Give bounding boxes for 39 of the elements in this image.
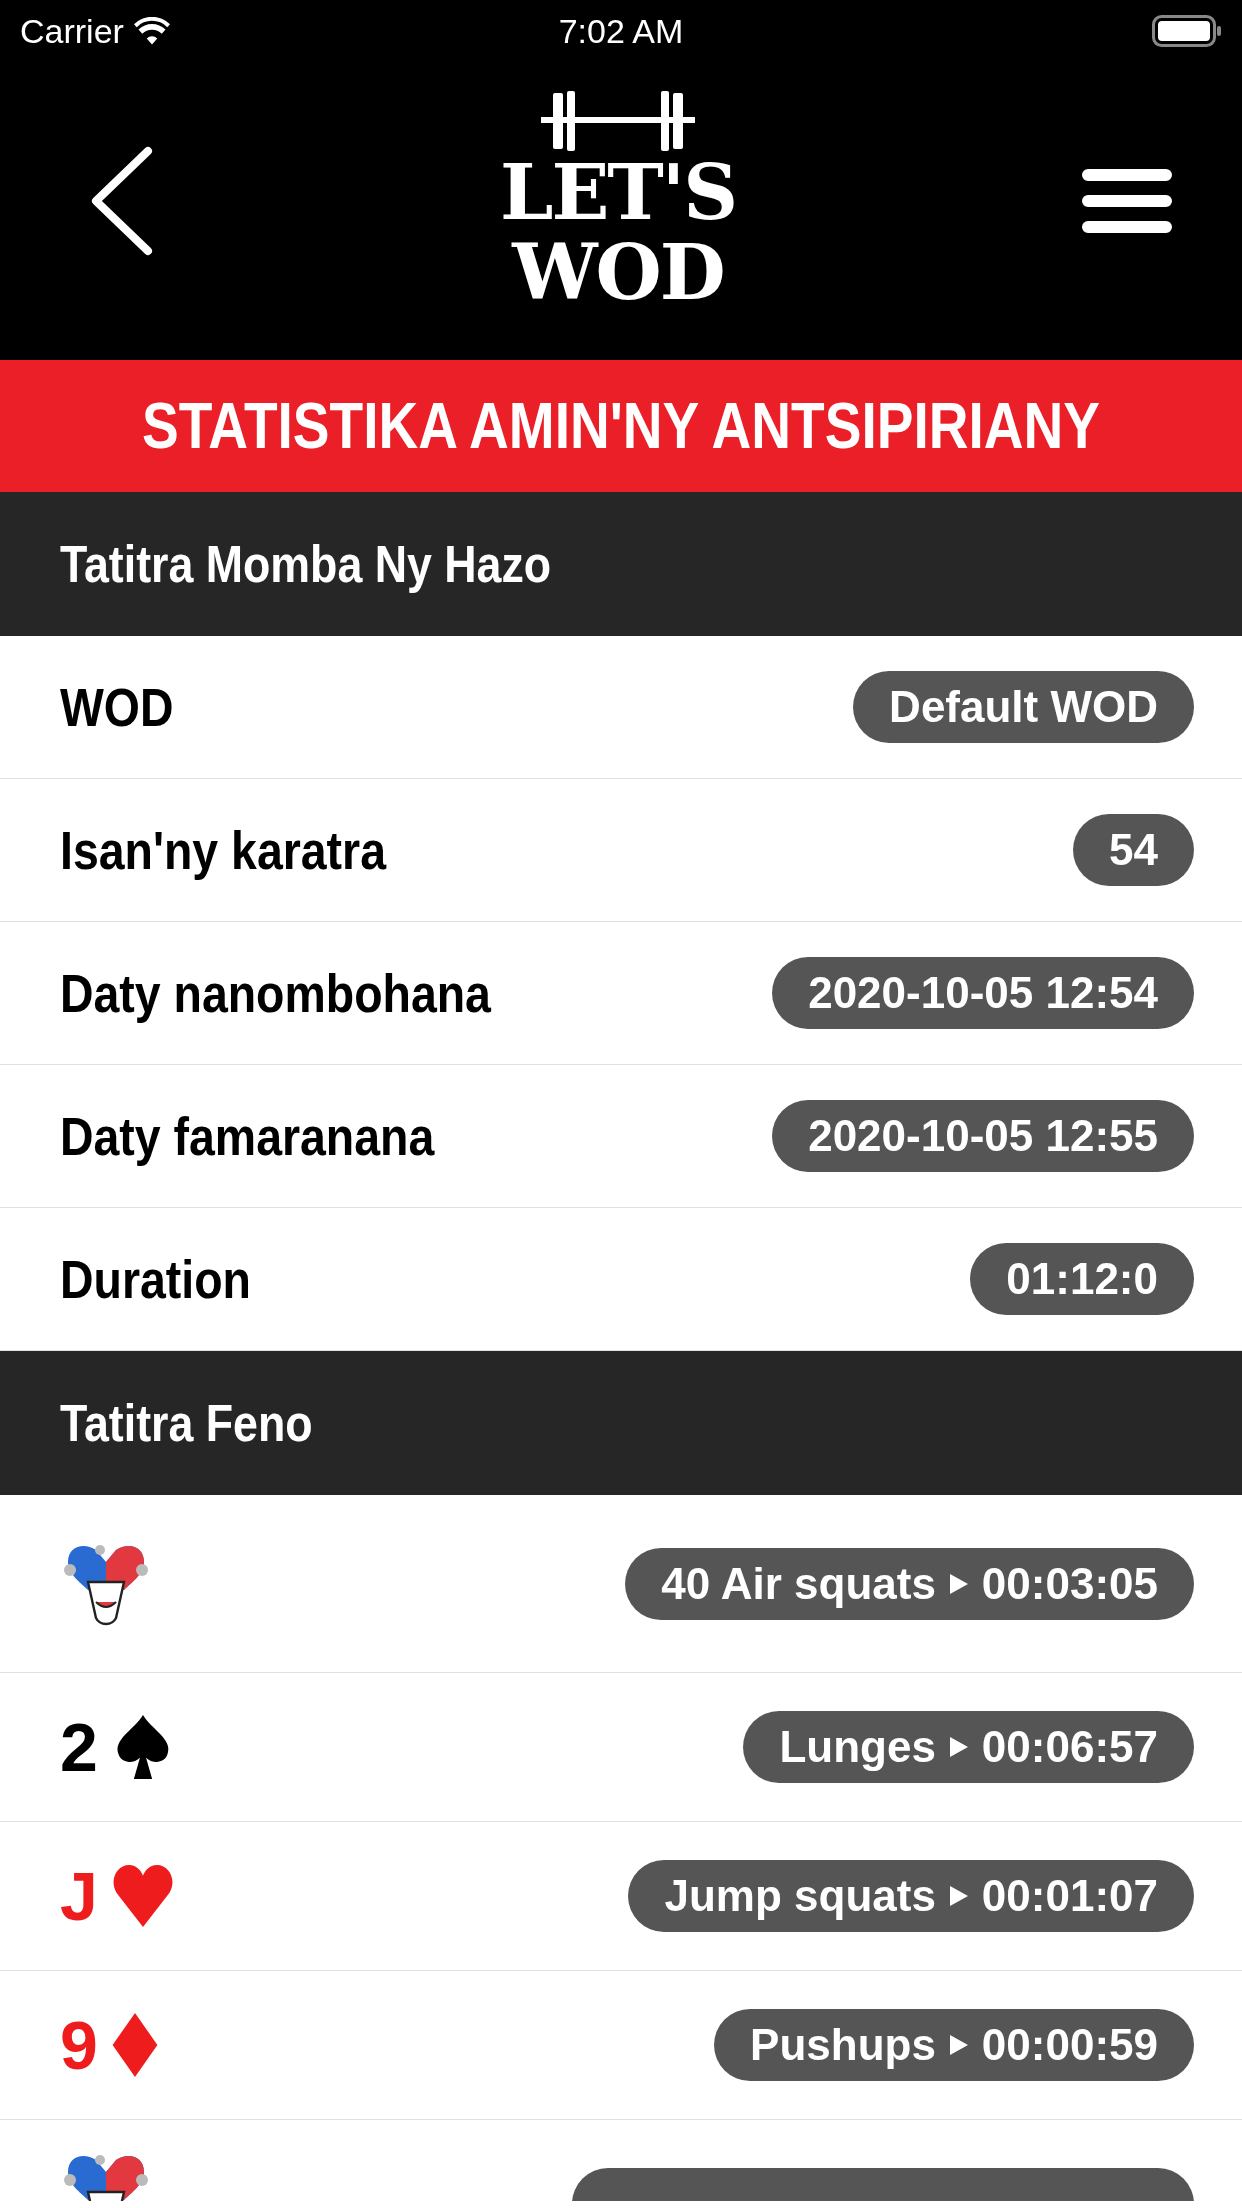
logo-text: WOD xyxy=(512,233,724,313)
status-time: 7:02 AM xyxy=(558,11,684,51)
stat-label: Daty nanombohana xyxy=(60,962,491,1024)
stat-value: 54 xyxy=(1073,814,1194,886)
play-icon xyxy=(949,1737,968,1757)
exercise-time: 00:03:05 xyxy=(981,1558,1158,1609)
wifi-icon xyxy=(133,17,170,45)
battery-icon xyxy=(1152,15,1222,47)
heart-icon xyxy=(111,1864,174,1928)
card-rank: J xyxy=(60,1857,98,1935)
exercise-name: Lunges xyxy=(779,1722,936,1772)
exercise-time: 00:00:59 xyxy=(981,2020,1158,2070)
logo-text: LET'S xyxy=(499,153,737,233)
stat-value: Default WOD xyxy=(853,671,1194,743)
play-icon xyxy=(949,1573,968,1594)
play-icon xyxy=(949,2035,968,2055)
stat-label: Isan'ny karatra xyxy=(60,819,386,881)
menu-icon[interactable] xyxy=(1082,169,1172,233)
page-title: STATISTIKA AMIN'NY ANTSIPIRIANY xyxy=(142,389,1100,463)
stat-label: Daty famaranana xyxy=(60,1105,435,1167)
barbell-icon xyxy=(541,89,695,153)
exercise-name: 40 Air squats xyxy=(661,1558,936,1609)
card-rank: 9 xyxy=(60,2006,98,2084)
exercise-time: 00:01:07 xyxy=(981,1871,1158,1921)
carrier-label: Carrier xyxy=(20,11,124,51)
stat-label: Duration xyxy=(60,1248,251,1310)
section-title: Tatitra Momba Ny Hazo xyxy=(60,534,552,594)
play-icon xyxy=(949,1886,968,1906)
stat-label: WOD xyxy=(60,676,174,738)
stat-value: 2020-10-05 12:55 xyxy=(772,1100,1194,1172)
section-title: Tatitra Feno xyxy=(60,1393,313,1453)
exercise-name: Pushups xyxy=(750,2020,936,2070)
card-rank: 2 xyxy=(60,1708,98,1786)
stat-value: 01:12:0 xyxy=(970,1243,1194,1315)
back-icon[interactable] xyxy=(90,146,154,256)
stat-value: 2020-10-05 12:54 xyxy=(772,957,1194,1029)
exercise-time: 00:06:57 xyxy=(981,1722,1158,1772)
diamond-icon xyxy=(111,2013,158,2077)
exercise-name: Jump squats xyxy=(664,1871,936,1921)
